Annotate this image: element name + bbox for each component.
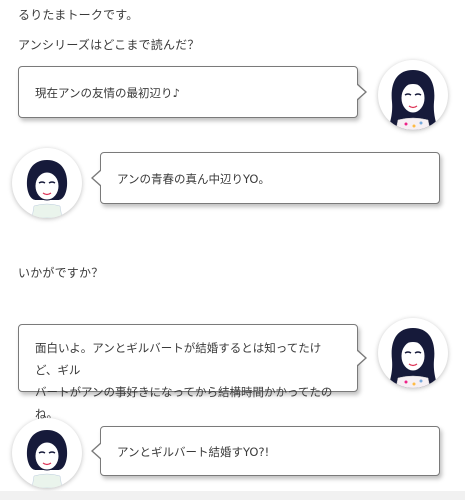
- message-text-line-1: 面白いよ。アンとギルバートが結婚するとは知ってたけど、ギル: [35, 341, 322, 377]
- long-hair-avatar-icon: [378, 60, 448, 130]
- intro-line-2: アンシリーズはどこまで読んだ？: [18, 38, 200, 52]
- intro-line-1: るりたまトークです。: [18, 8, 139, 22]
- bottom-bar: [0, 491, 465, 500]
- message-text: アンとギルバート結婚すYO?!: [117, 445, 270, 459]
- message-text: 現在アンの友情の最初辺り♪: [35, 86, 180, 100]
- long-hair-avatar-icon: [378, 318, 448, 388]
- message-text-line-2: バートがアンの事好きになってから結構時間かかってたのね。: [35, 385, 333, 421]
- question-line: いかがですか？: [18, 266, 104, 280]
- speech-bubble: アンとギルバート結婚すYO?!: [91, 426, 440, 476]
- speech-bubble: アンの青春の真ん中辺りYO。: [91, 152, 440, 204]
- message-text: アンの青春の真ん中辺りYO。: [117, 172, 270, 186]
- short-hair-avatar-icon: [12, 148, 82, 218]
- short-hair-avatar-icon: [12, 418, 82, 488]
- speech-bubble: 現在アンの友情の最初辺り♪: [18, 66, 367, 118]
- speech-bubble: 面白いよ。アンとギルバートが結婚するとは知ってたけど、ギル バートがアンの事好き…: [18, 324, 367, 421]
